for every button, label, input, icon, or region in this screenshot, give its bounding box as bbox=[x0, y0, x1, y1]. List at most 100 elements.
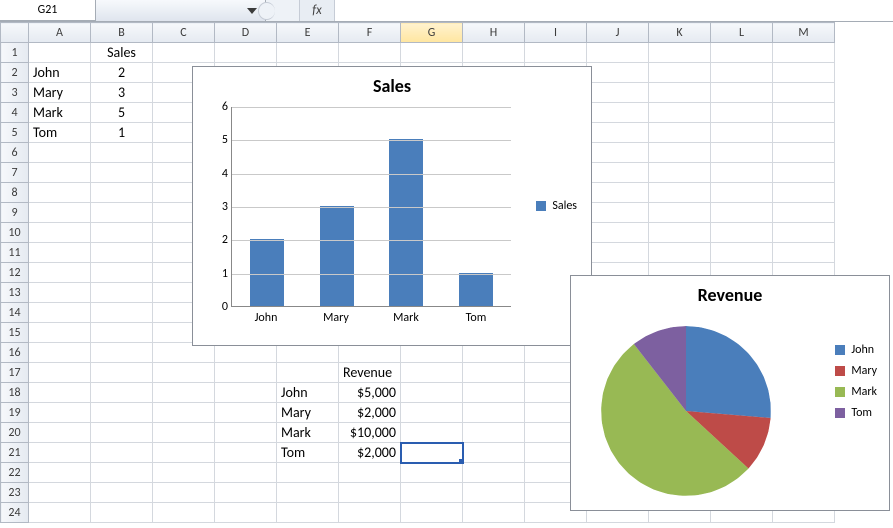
cell[interactable]: Mary bbox=[277, 403, 339, 423]
row-header[interactable]: 10 bbox=[1, 223, 29, 243]
cell[interactable] bbox=[29, 263, 91, 283]
fx-icon[interactable]: fx bbox=[300, 0, 334, 21]
column-header[interactable]: H bbox=[463, 23, 525, 43]
cell[interactable] bbox=[153, 383, 215, 403]
cell[interactable] bbox=[91, 363, 153, 383]
cell[interactable] bbox=[401, 463, 463, 483]
column-header[interactable]: B bbox=[91, 23, 153, 43]
cell[interactable]: Revenue bbox=[339, 363, 401, 383]
cell[interactable] bbox=[153, 443, 215, 463]
cell[interactable] bbox=[773, 243, 835, 263]
cell[interactable] bbox=[91, 343, 153, 363]
cell[interactable] bbox=[401, 443, 463, 463]
cell[interactable] bbox=[29, 303, 91, 323]
cell[interactable] bbox=[711, 203, 773, 223]
row-header[interactable]: 18 bbox=[1, 383, 29, 403]
cell[interactable] bbox=[91, 243, 153, 263]
column-header[interactable]: I bbox=[525, 23, 587, 43]
cell[interactable] bbox=[525, 43, 587, 63]
cell[interactable] bbox=[463, 423, 525, 443]
cell[interactable] bbox=[215, 43, 277, 63]
cell[interactable] bbox=[91, 423, 153, 443]
row-header[interactable]: 6 bbox=[1, 143, 29, 163]
cell[interactable] bbox=[463, 443, 525, 463]
cell[interactable]: $2,000 bbox=[339, 403, 401, 423]
cell[interactable] bbox=[339, 483, 401, 503]
cell[interactable] bbox=[91, 223, 153, 243]
cell[interactable] bbox=[649, 163, 711, 183]
column-header[interactable]: E bbox=[277, 23, 339, 43]
cell[interactable] bbox=[29, 443, 91, 463]
cell[interactable] bbox=[153, 463, 215, 483]
cell[interactable] bbox=[91, 383, 153, 403]
row-header[interactable]: 17 bbox=[1, 363, 29, 383]
cell[interactable] bbox=[91, 163, 153, 183]
cell[interactable] bbox=[91, 303, 153, 323]
cell[interactable] bbox=[29, 183, 91, 203]
chart-revenue-pie[interactable]: Revenue JohnMaryMarkTom bbox=[570, 275, 890, 511]
cell[interactable] bbox=[91, 183, 153, 203]
cell[interactable] bbox=[463, 43, 525, 63]
cell[interactable] bbox=[29, 223, 91, 243]
cell[interactable] bbox=[215, 363, 277, 383]
cell[interactable]: $5,000 bbox=[339, 383, 401, 403]
cell[interactable] bbox=[401, 43, 463, 63]
cell[interactable]: Mark bbox=[29, 103, 91, 123]
cell[interactable]: Tom bbox=[29, 123, 91, 143]
cell[interactable] bbox=[29, 163, 91, 183]
select-all-corner[interactable] bbox=[1, 23, 29, 43]
cell[interactable] bbox=[711, 63, 773, 83]
cell[interactable] bbox=[587, 243, 649, 263]
cell[interactable] bbox=[773, 203, 835, 223]
cell[interactable]: $10,000 bbox=[339, 423, 401, 443]
cell[interactable]: 3 bbox=[91, 83, 153, 103]
cell[interactable] bbox=[773, 83, 835, 103]
cell[interactable]: 2 bbox=[91, 63, 153, 83]
cell[interactable] bbox=[29, 343, 91, 363]
cell[interactable] bbox=[29, 323, 91, 343]
cell[interactable] bbox=[649, 43, 711, 63]
row-header[interactable]: 4 bbox=[1, 103, 29, 123]
row-header[interactable]: 14 bbox=[1, 303, 29, 323]
cell[interactable] bbox=[649, 123, 711, 143]
cell[interactable] bbox=[401, 483, 463, 503]
cell[interactable] bbox=[587, 163, 649, 183]
row-header[interactable]: 19 bbox=[1, 403, 29, 423]
cell[interactable] bbox=[711, 83, 773, 103]
row-header[interactable]: 9 bbox=[1, 203, 29, 223]
cell[interactable] bbox=[29, 243, 91, 263]
cell[interactable] bbox=[773, 123, 835, 143]
cell[interactable] bbox=[463, 403, 525, 423]
row-header[interactable]: 13 bbox=[1, 283, 29, 303]
cell[interactable] bbox=[711, 223, 773, 243]
column-header[interactable]: A bbox=[29, 23, 91, 43]
row-header[interactable]: 22 bbox=[1, 463, 29, 483]
cell[interactable] bbox=[773, 143, 835, 163]
cell[interactable] bbox=[463, 463, 525, 483]
cell[interactable] bbox=[277, 463, 339, 483]
cell[interactable] bbox=[587, 43, 649, 63]
cell[interactable] bbox=[711, 143, 773, 163]
cell[interactable] bbox=[29, 503, 91, 523]
cell[interactable] bbox=[277, 363, 339, 383]
cell[interactable]: 1 bbox=[91, 123, 153, 143]
cell[interactable] bbox=[29, 383, 91, 403]
name-box[interactable]: G21 bbox=[0, 0, 96, 21]
row-header[interactable]: 23 bbox=[1, 483, 29, 503]
cell[interactable] bbox=[711, 123, 773, 143]
cell[interactable] bbox=[277, 43, 339, 63]
cell[interactable] bbox=[29, 143, 91, 163]
cell[interactable] bbox=[29, 203, 91, 223]
cell[interactable]: 5 bbox=[91, 103, 153, 123]
row-header[interactable]: 5 bbox=[1, 123, 29, 143]
cell[interactable] bbox=[649, 183, 711, 203]
row-header[interactable]: 2 bbox=[1, 63, 29, 83]
cell[interactable] bbox=[215, 463, 277, 483]
cell[interactable] bbox=[215, 443, 277, 463]
cell[interactable] bbox=[587, 143, 649, 163]
cell[interactable] bbox=[711, 243, 773, 263]
column-header[interactable]: F bbox=[339, 23, 401, 43]
cell[interactable] bbox=[711, 183, 773, 203]
cell[interactable] bbox=[91, 143, 153, 163]
column-header[interactable]: L bbox=[711, 23, 773, 43]
